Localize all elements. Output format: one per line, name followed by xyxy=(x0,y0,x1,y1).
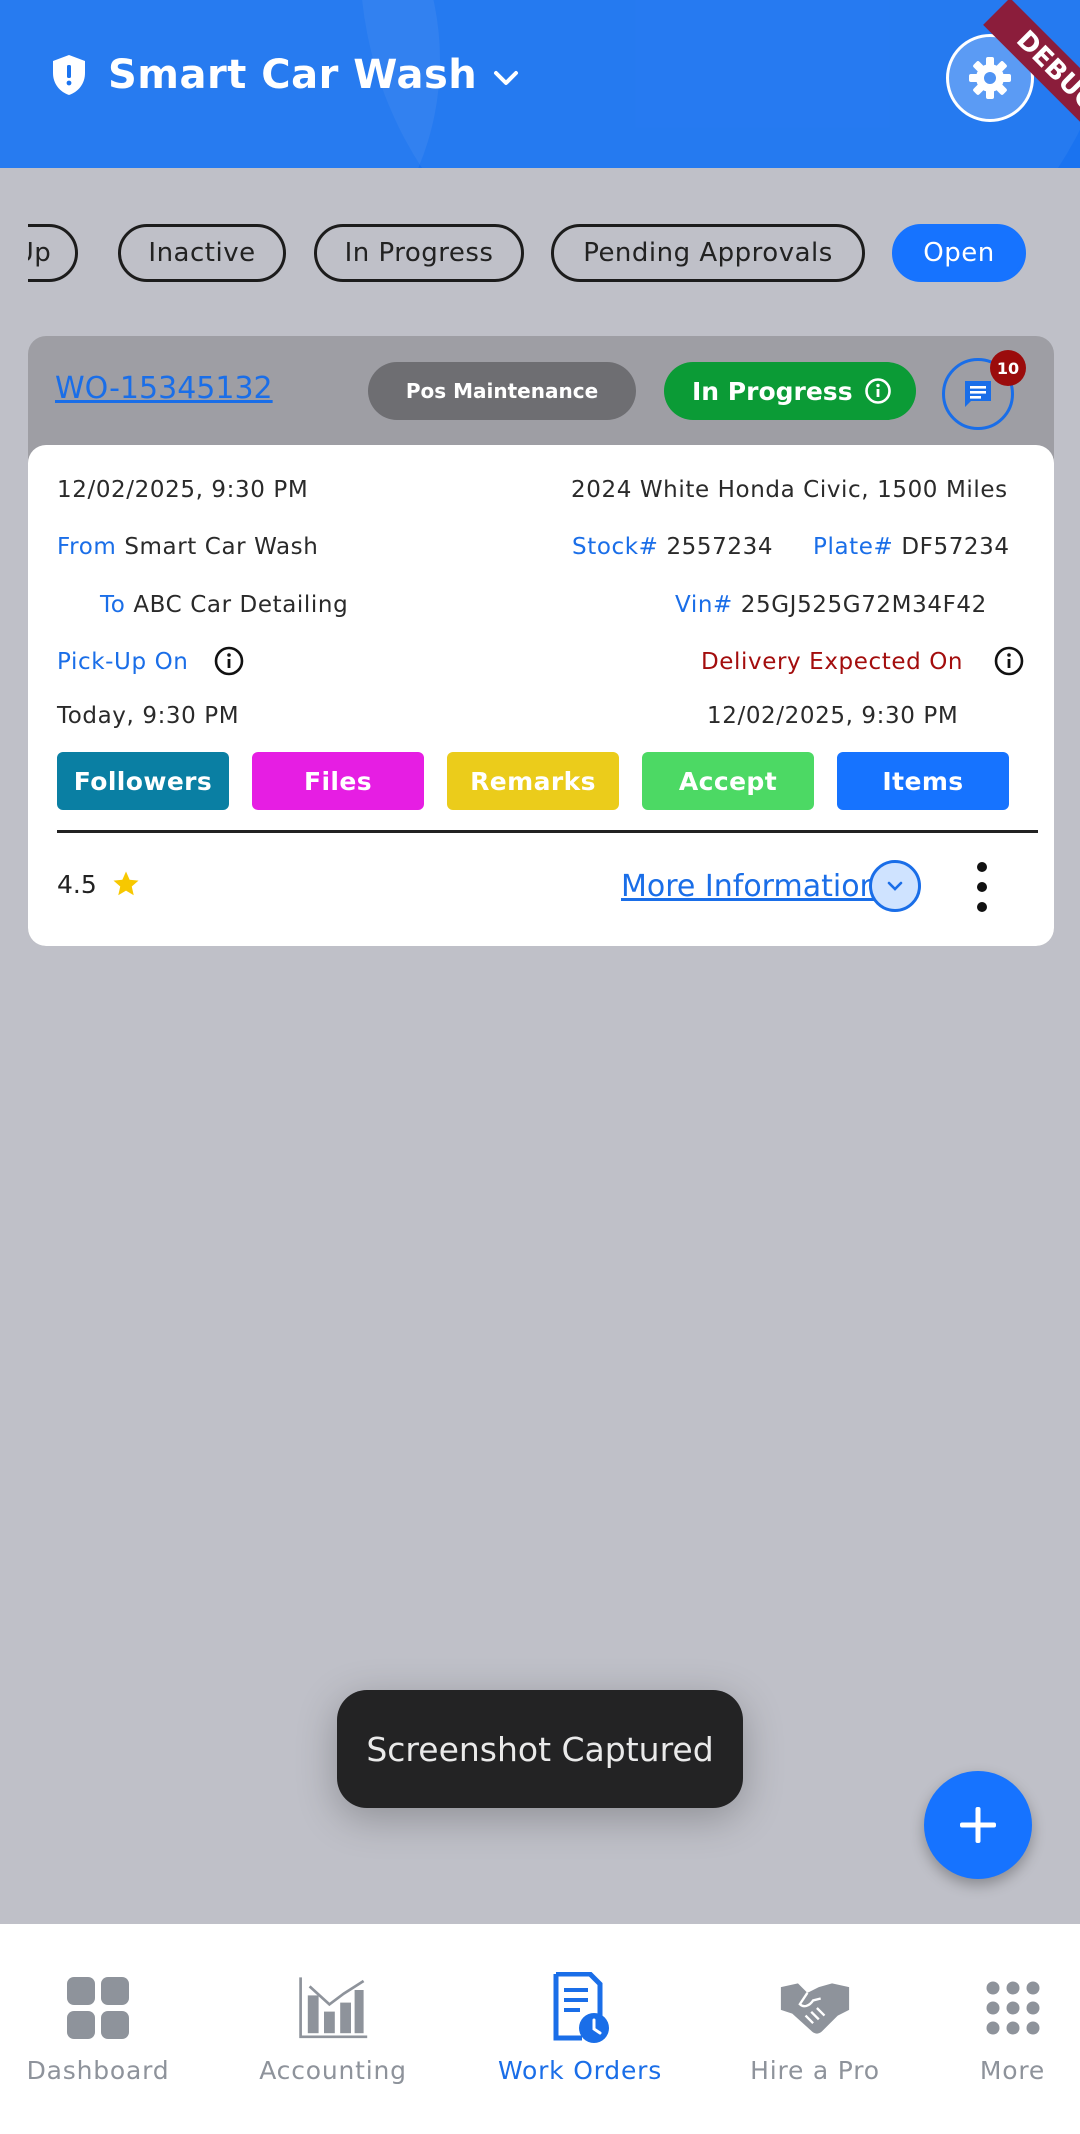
filter-chip-pickup[interactable]: Up xyxy=(28,224,78,282)
items-button[interactable]: Items xyxy=(837,752,1009,810)
plate-label: Plate# xyxy=(813,534,894,560)
files-button[interactable]: Files xyxy=(252,752,424,810)
accept-button[interactable]: Accept xyxy=(642,752,814,810)
stock-label: Stock# xyxy=(572,534,659,560)
followers-button[interactable]: Followers xyxy=(57,752,229,810)
star-icon xyxy=(113,871,139,896)
vin-row: Vin# 25GJ525G72M34F42 xyxy=(675,592,987,618)
nav-item-more[interactable]: More xyxy=(950,1924,1075,2134)
from-label: From xyxy=(57,534,117,560)
filter-chip-in-progress[interactable]: In Progress xyxy=(314,224,524,282)
pickup-info-icon[interactable] xyxy=(213,645,245,677)
work-orders-icon xyxy=(553,1972,609,2043)
handshake-icon xyxy=(780,1983,850,2034)
accounting-chart-icon xyxy=(299,1977,368,2039)
delivery-label: Delivery Expected On xyxy=(701,649,964,675)
status-label: In Progress xyxy=(692,376,853,406)
from-row: From Smart Car Wash xyxy=(57,534,318,560)
nav-label: Dashboard xyxy=(26,2056,170,2085)
filter-chip-pending-approvals[interactable]: Pending Approvals xyxy=(551,224,865,282)
dashboard-icon xyxy=(67,1977,129,2039)
plate-row: Plate# DF57234 xyxy=(813,534,1010,560)
from-value: Smart Car Wash xyxy=(124,534,319,560)
bottom-navigation: Dashboard Accounting Work Orders Hire a … xyxy=(0,1924,1080,2134)
toast-message: Screenshot Captured xyxy=(337,1690,743,1808)
nav-label: Accounting xyxy=(259,2056,407,2085)
work-order-details: 12/02/2025, 9:30 PM 2024 White Honda Civ… xyxy=(28,445,1054,946)
pickup-label: Pick-Up On xyxy=(57,649,189,675)
chevron-down-icon xyxy=(494,71,519,85)
to-row: To ABC Car Detailing xyxy=(100,592,348,618)
gear-icon xyxy=(969,57,1011,99)
nav-item-dashboard[interactable]: Dashboard xyxy=(18,1924,178,2134)
nav-item-work-orders[interactable]: Work Orders xyxy=(490,1924,670,2134)
work-order-card: WO-15345132 Pos Maintenance In Progress … xyxy=(28,336,1054,946)
nav-label: Hire a Pro xyxy=(750,2056,880,2085)
business-selector[interactable]: Smart Car Wash xyxy=(50,52,521,98)
status-badge[interactable]: In Progress xyxy=(664,362,916,420)
card-divider xyxy=(57,830,1038,833)
to-value: ABC Car Detailing xyxy=(133,592,349,618)
business-name: Smart Car Wash xyxy=(108,52,478,98)
delivery-value: 12/02/2025, 9:30 PM xyxy=(707,703,959,729)
stock-value: 2557234 xyxy=(666,534,774,560)
app-header: Smart Car Wash DEBUG xyxy=(0,0,1080,168)
stock-row: Stock# 2557234 xyxy=(572,534,773,560)
work-order-id-link[interactable]: WO-15345132 xyxy=(55,371,273,406)
nav-label: More xyxy=(979,2056,1046,2085)
info-icon xyxy=(865,378,891,404)
nav-item-hire-a-pro[interactable]: Hire a Pro xyxy=(735,1924,895,2134)
plus-icon xyxy=(960,1807,996,1843)
created-datetime: 12/02/2025, 9:30 PM xyxy=(57,477,309,503)
chevron-down-icon xyxy=(887,881,903,891)
add-work-order-button[interactable] xyxy=(924,1771,1032,1879)
expand-details-button[interactable] xyxy=(869,860,921,912)
more-information-link[interactable]: More Information xyxy=(621,869,879,904)
filter-chip-inactive[interactable]: Inactive xyxy=(118,224,286,282)
filter-chip-open[interactable]: Open xyxy=(892,224,1026,282)
more-grid-icon xyxy=(986,1981,1039,2035)
status-filter-bar: Up Inactive In Progress Pending Approval… xyxy=(28,224,1052,282)
nav-item-accounting[interactable]: Accounting xyxy=(248,1924,418,2134)
vin-label: Vin# xyxy=(675,592,733,618)
rating-value: 4.5 xyxy=(57,869,97,899)
vehicle-description: 2024 White Honda Civic, 1500 Miles xyxy=(571,477,1008,503)
shield-icon xyxy=(53,55,85,95)
to-label: To xyxy=(100,592,126,618)
vin-value: 25GJ525G72M34F42 xyxy=(740,592,987,618)
plate-value: DF57234 xyxy=(901,534,1010,560)
unread-count-badge: 10 xyxy=(990,350,1026,386)
work-order-type-badge: Pos Maintenance xyxy=(368,362,636,420)
kebab-menu-icon[interactable] xyxy=(972,859,992,915)
delivery-info-icon[interactable] xyxy=(993,645,1025,677)
pickup-value: Today, 9:30 PM xyxy=(57,703,240,729)
chat-icon xyxy=(965,381,991,407)
remarks-button[interactable]: Remarks xyxy=(447,752,619,810)
rating: 4.5 xyxy=(57,869,141,899)
nav-label: Work Orders xyxy=(497,2056,663,2085)
